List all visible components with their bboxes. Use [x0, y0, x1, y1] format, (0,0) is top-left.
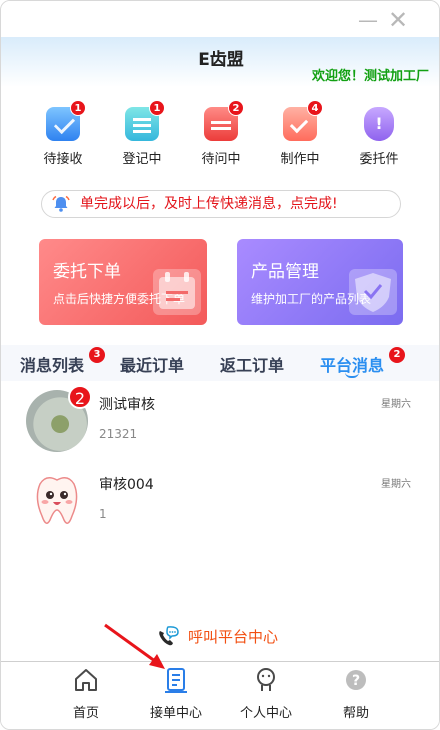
card-title: 委托下单 — [53, 262, 121, 282]
inquiry-calendar-icon: 2 — [204, 100, 244, 141]
entrust-order-card[interactable]: 委托下单 点击后快捷方便委托下单 — [39, 239, 207, 325]
status-inquiry[interactable]: 2 待问中 — [186, 100, 256, 167]
order-document-icon — [165, 668, 187, 693]
nav-label: 首页 — [72, 706, 99, 721]
status-badge: 1 — [149, 100, 165, 116]
register-form-icon: 1 — [125, 100, 165, 141]
avatar — [26, 470, 88, 532]
notice-marquee: 单完成以后，及时上传快递消息，点完成! — [41, 190, 401, 218]
inbox-envelope-icon: 1 — [46, 100, 86, 141]
status-shortcuts: 1 待接收 1 登记中 2 待问中 4 制作中 委托件 — [1, 100, 439, 171]
status-label: 待问中 — [201, 152, 241, 167]
status-pending-receive[interactable]: 1 待接收 — [28, 100, 98, 167]
minimize-button[interactable]: — — [357, 9, 379, 31]
tab-badge-message-list: 3 — [89, 347, 105, 363]
bell-icon — [52, 195, 70, 212]
nav-home[interactable]: 首页 — [46, 666, 126, 721]
status-badge: 2 — [228, 100, 244, 116]
tab-message-list[interactable]: 消息列表 — [20, 352, 84, 376]
nav-label: 个人中心 — [239, 706, 292, 721]
tab-badge-platform-messages: 2 — [389, 347, 405, 363]
close-button[interactable]: ✕ — [387, 8, 409, 32]
phone-chat-icon — [159, 626, 179, 646]
nav-label: 接单中心 — [149, 706, 202, 721]
nav-help[interactable]: ? 帮助 — [316, 666, 396, 721]
svg-text:?: ? — [352, 673, 360, 689]
nav-order-center[interactable]: 接单中心 — [136, 666, 216, 721]
status-badge: 4 — [307, 100, 323, 116]
help-icon: ? — [346, 670, 366, 690]
status-label: 待接收 — [43, 152, 83, 167]
app-window: — ✕ E齿盟 欢迎您！测试加工厂 1 待接收 1 登记中 2 待问中 4 制作… — [0, 0, 440, 730]
nav-personal-center[interactable]: 个人中心 — [226, 666, 306, 721]
message-tabs: 消息列表 最近订单 返工订单 平台消息 — [1, 345, 439, 381]
bottom-navigation: 首页 接单中心 个人中心 ? 帮助 — [1, 661, 439, 729]
welcome-text: 欢迎您！测试加工厂 — [311, 69, 429, 84]
message-preview: 21321 — [99, 427, 138, 441]
person-icon — [257, 668, 275, 691]
production-check-icon: 4 — [283, 100, 323, 141]
tab-recent-orders[interactable]: 最近订单 — [120, 352, 184, 376]
unread-badge: 2 — [68, 385, 92, 409]
message-sender: 审核004 — [99, 477, 154, 493]
entrust-shield-icon — [364, 107, 394, 141]
card-title: 产品管理 — [251, 262, 319, 282]
status-badge: 1 — [70, 100, 86, 116]
tab-rework-orders[interactable]: 返工订单 — [220, 352, 284, 376]
call-center-label: 呼叫平台中心 — [188, 628, 279, 646]
calendar-icon — [153, 269, 201, 315]
message-sender: 测试审核 — [99, 397, 155, 413]
status-label: 制作中 — [280, 152, 320, 167]
title-bar: — ✕ — [1, 1, 439, 37]
status-entrusted[interactable]: 委托件 — [344, 101, 414, 167]
notice-text: 单完成以后，及时上传快递消息，点完成! — [80, 196, 338, 212]
nav-label: 帮助 — [342, 706, 369, 721]
message-preview: 1 — [99, 507, 107, 521]
status-label: 委托件 — [359, 152, 399, 167]
shield-icon — [349, 269, 397, 315]
message-time: 星期六 — [381, 479, 411, 490]
status-registering[interactable]: 1 登记中 — [107, 100, 177, 167]
home-icon — [75, 669, 97, 691]
message-time: 星期六 — [381, 399, 411, 410]
product-management-card[interactable]: 产品管理 维护加工厂的产品列表 — [237, 239, 403, 325]
status-in-production[interactable]: 4 制作中 — [265, 100, 335, 167]
status-label: 登记中 — [122, 152, 162, 167]
message-item[interactable]: 审核004 1 星期六 — [1, 470, 439, 540]
message-item[interactable]: 2 测试审核 21321 星期六 — [1, 385, 439, 460]
